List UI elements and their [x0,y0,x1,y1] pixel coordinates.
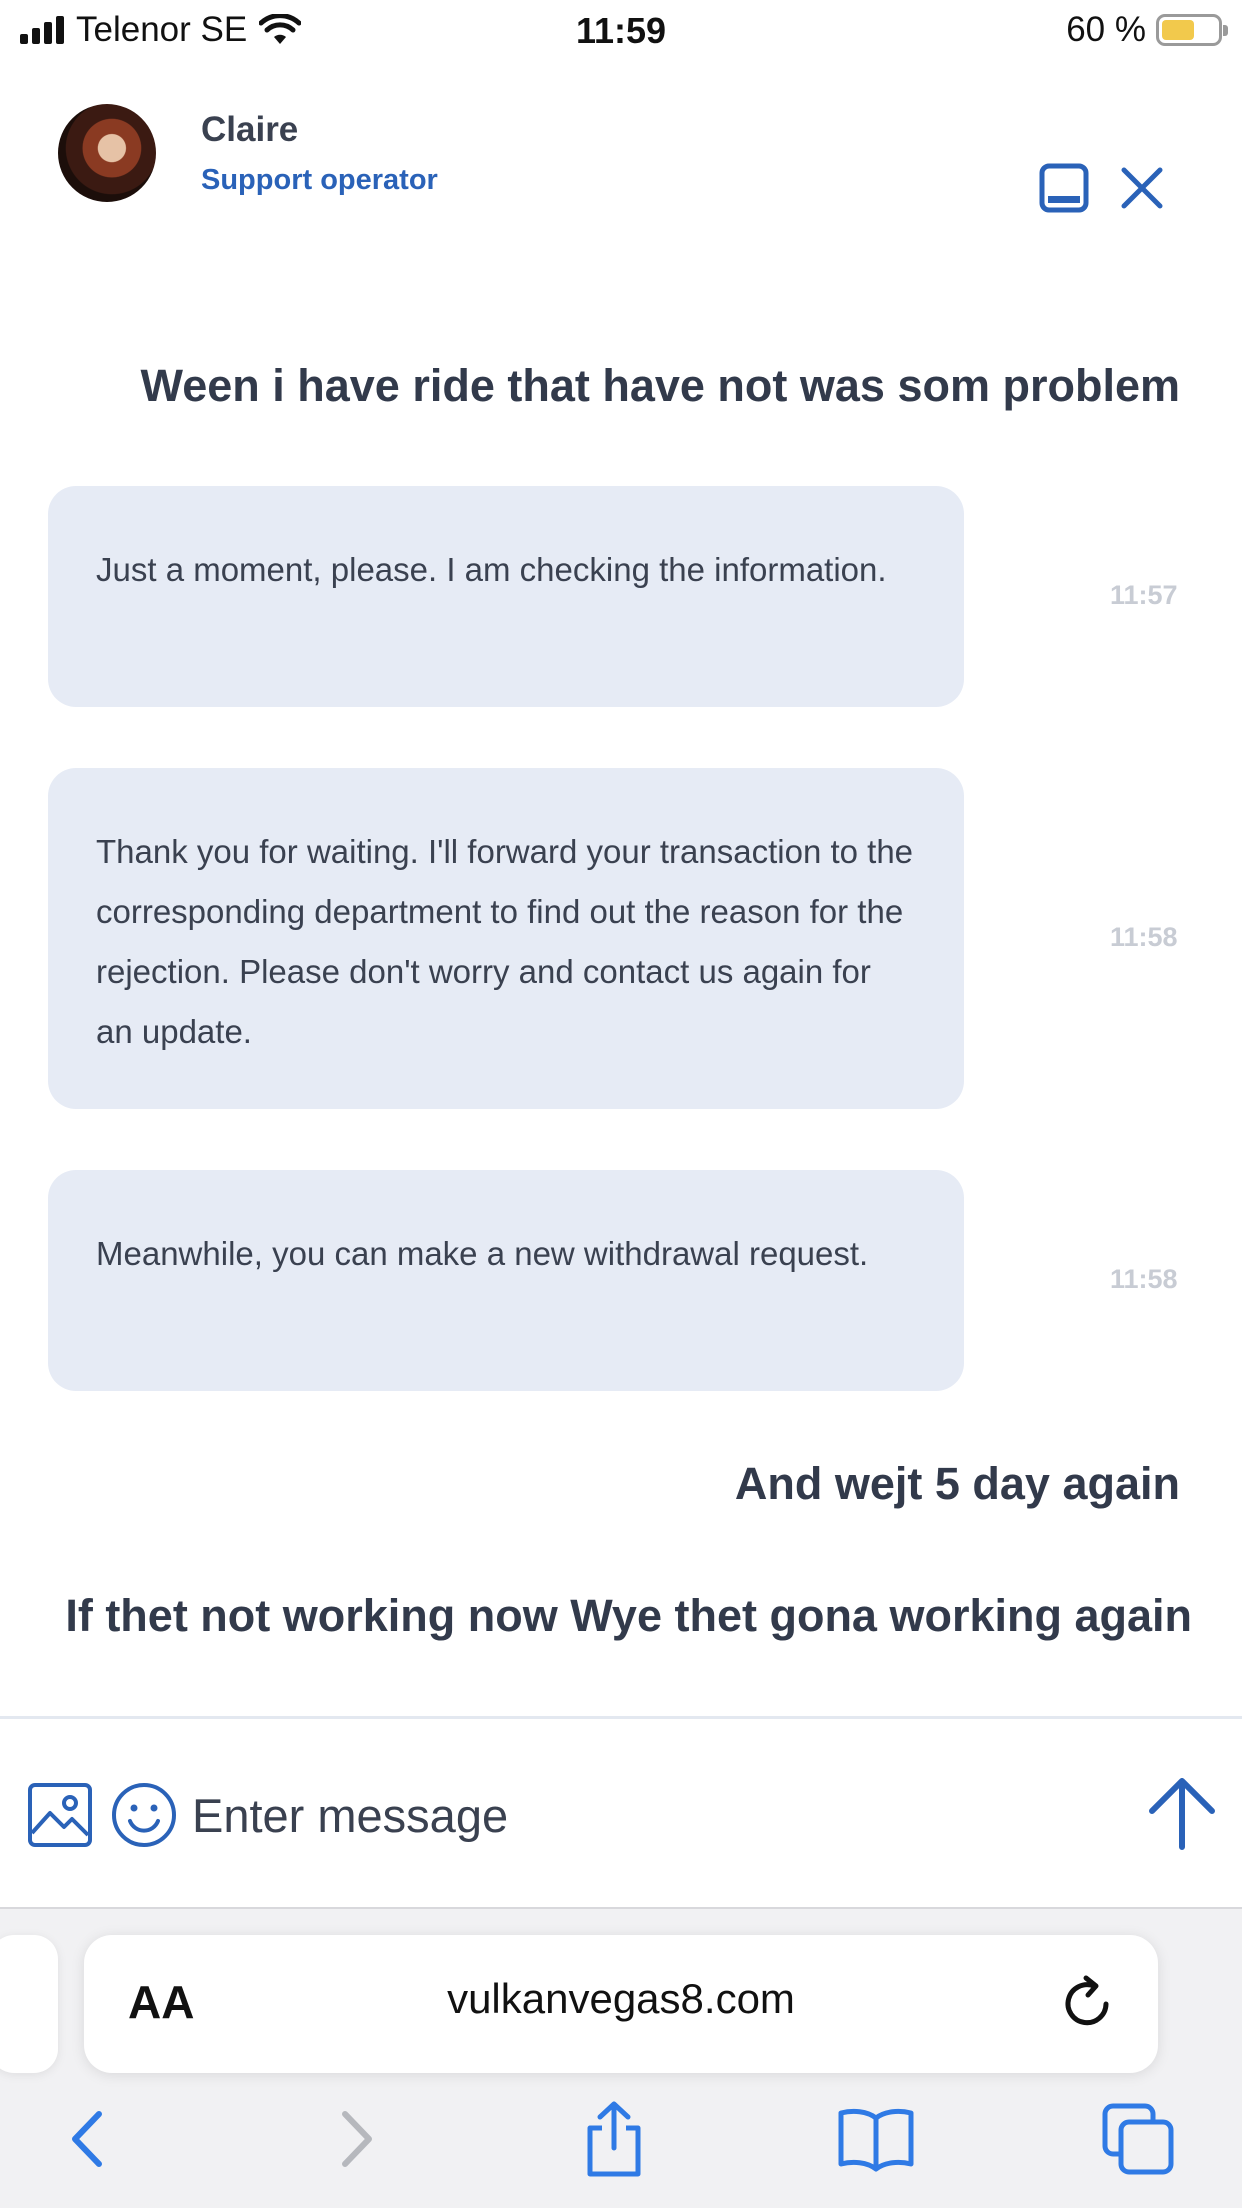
image-icon [28,1783,92,1847]
send-button[interactable] [1144,1775,1220,1855]
bookmarks-icon [838,2108,914,2172]
forward-button[interactable] [316,2099,396,2179]
reload-button[interactable] [1056,1973,1118,2035]
operator-message-bubble: Just a moment, please. I am checking the… [48,486,964,707]
browser-toolbar: AA vulkanvegas8.com [0,1907,1242,2208]
previous-tab-preview[interactable] [0,1935,58,2073]
bookmarks-button[interactable] [836,2099,916,2179]
tabs-button[interactable] [1098,2099,1178,2179]
chat-header: Claire Support operator [0,100,1242,220]
avatar [58,104,156,202]
user-message: If thet not working now Wye thet gona wo… [65,1590,1192,1641]
user-message: Ween i have ride that have not was som p… [140,360,1180,411]
arrow-up-icon [1149,1778,1215,1850]
back-icon [72,2111,102,2167]
smiley-icon [112,1783,176,1847]
message-timestamp: 11:57 [1110,580,1178,610]
share-button[interactable] [574,2099,654,2179]
user-message: And wejt 5 day again [734,1458,1180,1509]
clock: 11:59 [575,10,667,51]
minimize-window-icon [1039,163,1089,213]
operator-message-bubble: Thank you for waiting. I'll forward your… [48,768,964,1109]
close-icon [1121,167,1163,209]
minimize-button[interactable] [1036,160,1092,216]
forward-icon [342,2111,372,2167]
operator-role: Support operator [201,164,438,196]
message-composer [0,1719,1242,1907]
operator-message-text: Just a moment, please. I am checking the… [96,551,887,588]
close-button[interactable] [1114,160,1170,216]
operator-name: Claire [201,110,299,149]
address-bar[interactable]: AA vulkanvegas8.com [84,1935,1158,2073]
attach-image-button[interactable] [26,1781,94,1849]
operator-message-text: Thank you for waiting. I'll forward your… [96,833,914,1050]
message-timestamp: 11:58 [1110,1264,1178,1294]
share-icon [587,2101,641,2177]
operator-message-text: Meanwhile, you can make a new withdrawal… [96,1235,869,1272]
status-bar: Telenor SE 11:59 60 % [0,0,1242,64]
emoji-button[interactable] [110,1781,178,1849]
back-button[interactable] [48,2099,128,2179]
battery-percent: 60 % [1066,10,1146,49]
url-text[interactable]: vulkanvegas8.com [84,1975,1158,2023]
operator-message-bubble: Meanwhile, you can make a new withdrawal… [48,1170,964,1391]
message-input[interactable] [192,1775,1092,1855]
tabs-icon [1102,2103,1174,2175]
battery-icon [1156,14,1228,46]
message-timestamp: 11:58 [1110,922,1178,952]
reload-icon [1065,1975,1109,2026]
